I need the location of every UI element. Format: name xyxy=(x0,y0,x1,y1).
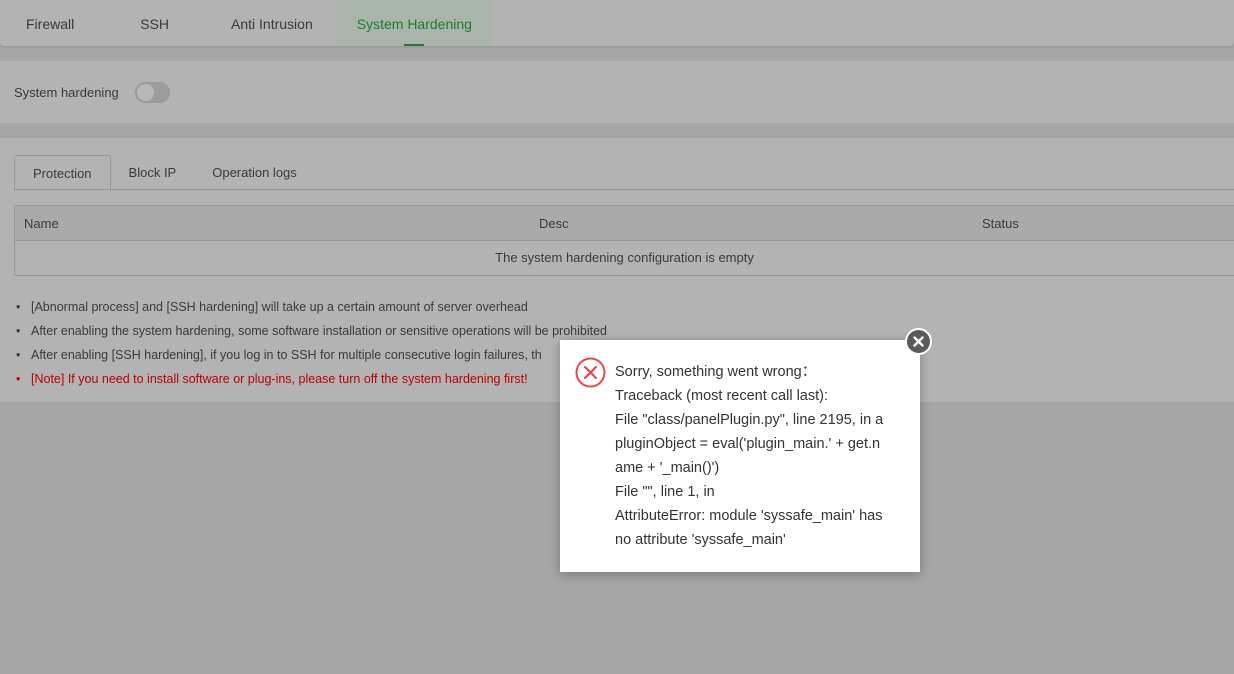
table-header: Name Desc Status xyxy=(15,206,1234,241)
error-message: Sorry, something went wrong： Traceback (… xyxy=(615,360,910,552)
note-warning: [Note] If you need to install software o… xyxy=(16,367,607,391)
col-desc: Desc xyxy=(539,216,569,231)
top-tabs: Firewall SSH Anti Intrusion System Harde… xyxy=(0,0,1234,46)
notes-list: [Abnormal process] and [SSH hardening] w… xyxy=(16,295,607,391)
error-line: File "", line 1, in xyxy=(615,484,715,500)
error-dialog: Sorry, something went wrong： Traceback (… xyxy=(560,340,920,572)
error-icon xyxy=(575,357,606,388)
error-line: Sorry, something went wrong： xyxy=(615,364,817,380)
empty-message: The system hardening configuration is em… xyxy=(495,250,754,265)
close-icon xyxy=(913,336,924,347)
tab-operation-logs[interactable]: Operation logs xyxy=(194,155,315,189)
protection-table: Name Desc Status The system hardening co… xyxy=(14,205,1234,276)
tab-firewall[interactable]: Firewall xyxy=(0,0,100,46)
error-line: File "class/panelPlugin.py", line 2195, … xyxy=(615,412,884,428)
tab-system-hardening[interactable]: System Hardening xyxy=(336,0,492,46)
error-line: no attribute 'syssafe_main' xyxy=(615,532,786,548)
error-line: AttributeError: module 'syssafe_main' ha… xyxy=(615,508,883,524)
error-line: ame + '_main()') xyxy=(615,460,720,476)
system-hardening-toggle[interactable] xyxy=(134,81,170,103)
tab-ssh[interactable]: SSH xyxy=(100,0,205,46)
sub-tabs: Protection Block IP Operation logs xyxy=(14,155,1234,191)
note-item: After enabling [SSH hardening], if you l… xyxy=(16,343,607,367)
toggle-label: System hardening xyxy=(14,84,119,100)
tab-block-ip[interactable]: Block IP xyxy=(111,155,195,189)
note-item: After enabling the system hardening, som… xyxy=(16,319,607,343)
close-dialog-button[interactable] xyxy=(905,328,932,355)
tab-protection[interactable]: Protection xyxy=(14,155,111,191)
tab-anti-intrusion[interactable]: Anti Intrusion xyxy=(205,0,337,46)
error-line: pluginObject = eval('plugin_main.' + get… xyxy=(615,436,881,452)
col-status: Status xyxy=(982,216,1019,231)
note-item: [Abnormal process] and [SSH hardening] w… xyxy=(16,295,607,319)
hardening-toggle-row: System hardening xyxy=(0,61,1234,123)
col-name: Name xyxy=(24,216,59,231)
error-line: Traceback (most recent call last): xyxy=(615,388,828,404)
